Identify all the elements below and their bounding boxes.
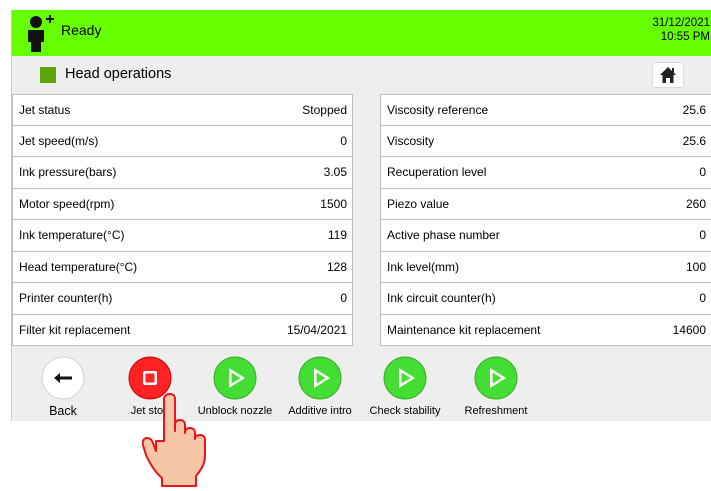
back-label: Back xyxy=(49,404,77,418)
right-parameter-row: Ink level(mm) 100 xyxy=(380,251,711,283)
parameter-value: 3.05 xyxy=(323,165,347,179)
parameter-label: Printer counter(h) xyxy=(19,291,113,305)
parameter-label: Ink level(mm) xyxy=(387,259,460,274)
parameter-value: 14600 xyxy=(672,322,706,337)
parameter-value: 260 xyxy=(685,196,706,211)
parameter-label: Ink pressure(bars) xyxy=(19,165,117,179)
left-parameter-row: Jet speed(m/s) 0 xyxy=(12,125,353,157)
parameter-value: 0 xyxy=(340,133,347,148)
parameter-value: Stopped xyxy=(302,103,347,117)
left-parameter-row: Filter kit replacement 15/04/2021 xyxy=(12,314,353,346)
parameter-label: Recuperation level xyxy=(387,165,487,179)
left-parameter-row: Jet status Stopped xyxy=(12,94,353,126)
parameter-label: Head temperature(°C) xyxy=(19,259,138,274)
check-stability-button[interactable]: Check stability xyxy=(365,356,445,417)
parameter-label: Ink temperature(°C) xyxy=(19,228,125,242)
additive-intro-label: Additive intro xyxy=(288,405,352,417)
play-icon xyxy=(383,356,427,400)
right-parameter-row: Maintenance kit replacement 14600 xyxy=(380,314,711,346)
date-label: 31/12/2021 xyxy=(652,17,710,29)
time-label: 10:55 PM xyxy=(660,31,710,43)
user-add-icon[interactable] xyxy=(27,14,55,52)
play-icon xyxy=(474,356,518,400)
right-parameter-row: Viscosity 25.6 xyxy=(380,125,711,157)
page-header: Head operations xyxy=(12,56,711,94)
parameter-value: 100 xyxy=(685,259,706,274)
parameter-label: Piezo value xyxy=(387,196,450,211)
left-parameter-row: Printer counter(h) 0 xyxy=(12,283,353,315)
parameter-label: Jet status xyxy=(19,103,71,117)
right-parameter-row: Viscosity reference 25.6 xyxy=(380,94,711,126)
section-color-indicator xyxy=(40,67,56,83)
home-icon xyxy=(660,67,676,83)
additive-intro-button[interactable]: Additive intro xyxy=(280,356,360,417)
refreshment-label: Refreshment xyxy=(464,405,528,417)
parameter-value: 0 xyxy=(699,228,706,242)
parameter-label: Viscosity reference xyxy=(387,103,489,117)
left-parameter-column: Jet status Stopped Jet speed(m/s) 0 Ink pres… xyxy=(12,94,353,346)
parameters-panel: Jet status Stopped Jet speed(m/s) 0 Ink pres… xyxy=(12,94,711,346)
parameter-value: 128 xyxy=(326,259,347,274)
parameter-label: Maintenance kit replacement xyxy=(387,322,541,337)
parameter-label: Ink circuit counter(h) xyxy=(387,291,496,305)
parameter-value: 0 xyxy=(699,165,706,179)
parameter-value: 119 xyxy=(327,228,347,242)
action-toolbar: Back Jet stop Unblock nozzle Additive in… xyxy=(12,346,711,421)
parameter-label: Motor speed(rpm) xyxy=(19,196,115,211)
left-parameter-row: Ink temperature(°C) 119 xyxy=(12,220,353,252)
app-window: Ready 31/12/2021 10:55 PM Head operation… xyxy=(11,10,711,421)
right-parameter-row: Recuperation level 0 xyxy=(380,157,711,189)
check-stability-label: Check stability xyxy=(369,405,441,417)
back-arrow-icon xyxy=(41,356,85,400)
right-parameter-row: Active phase number 0 xyxy=(380,220,711,252)
parameter-value: 15/04/2021 xyxy=(286,322,347,337)
parameter-label: Active phase number xyxy=(387,228,500,242)
left-parameter-row: Ink pressure(bars) 3.05 xyxy=(12,157,353,189)
left-parameter-row: Head temperature(°C) 128 xyxy=(12,251,353,283)
parameter-label: Filter kit replacement xyxy=(19,322,131,337)
home-button[interactable] xyxy=(652,62,684,88)
refreshment-button[interactable]: Refreshment xyxy=(456,356,536,417)
date-time: 31/12/2021 10:55 PM xyxy=(652,16,710,44)
play-icon xyxy=(213,356,257,400)
back-button[interactable]: Back xyxy=(23,356,103,418)
right-parameter-row: Ink circuit counter(h) 0 xyxy=(380,283,711,315)
parameter-label: Jet speed(m/s) xyxy=(19,133,99,148)
page-title: Head operations xyxy=(65,66,172,82)
left-parameter-row: Motor speed(rpm) 1500 xyxy=(12,188,353,220)
parameter-value: 1500 xyxy=(320,196,347,211)
status-text: Ready xyxy=(61,22,102,38)
parameter-label: Viscosity xyxy=(387,133,435,148)
status-bar: Ready 31/12/2021 10:55 PM xyxy=(12,10,711,56)
right-parameter-row: Piezo value 260 xyxy=(380,188,711,220)
right-parameter-column: Viscosity reference 25.6 Viscosity 25.6 Recu… xyxy=(380,94,711,346)
parameter-value: 0 xyxy=(699,291,706,305)
parameter-value: 25.6 xyxy=(682,103,706,117)
play-icon xyxy=(298,356,342,400)
parameter-value: 25.6 xyxy=(682,133,706,148)
pointing-hand-icon xyxy=(142,393,206,487)
parameter-value: 0 xyxy=(340,291,347,305)
